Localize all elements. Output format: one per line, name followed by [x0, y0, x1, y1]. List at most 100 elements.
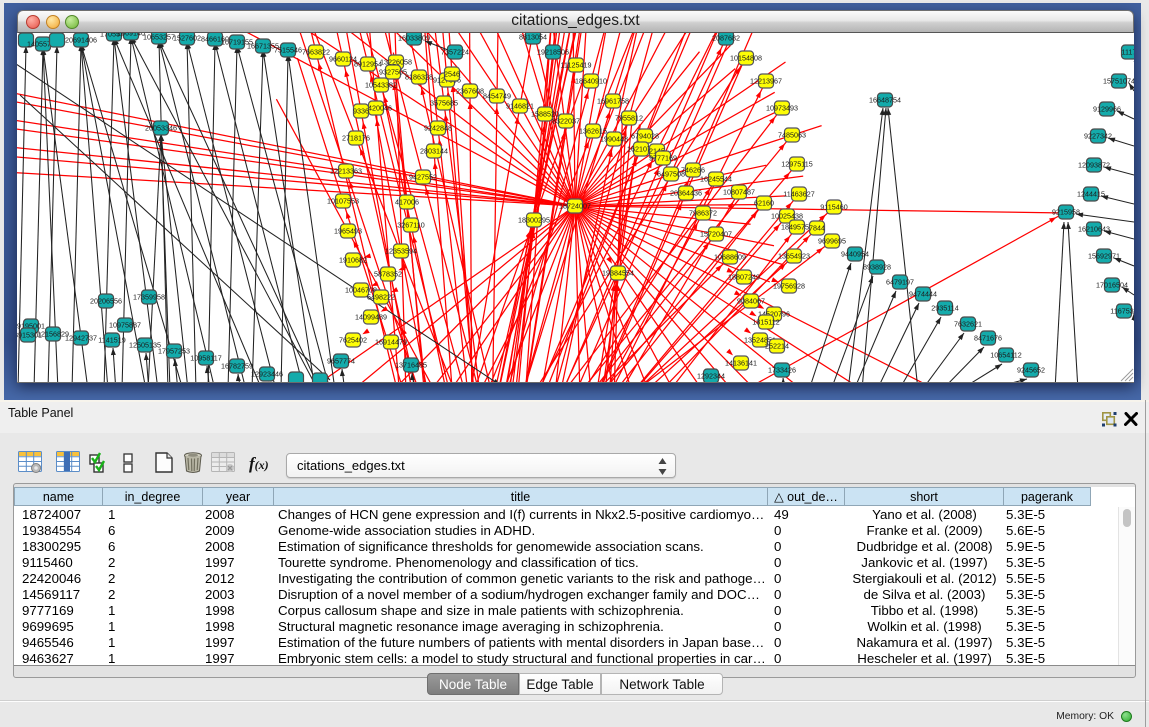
svg-text:62160: 62160	[754, 199, 774, 208]
svg-text:10654112: 10654112	[990, 351, 1021, 360]
svg-text:9427552: 9427552	[409, 173, 437, 182]
svg-text:12942737: 12942737	[65, 334, 97, 343]
svg-text:20691406: 20691406	[65, 36, 97, 45]
svg-text:7357224: 7357224	[441, 48, 469, 57]
svg-text:2069140: 2069140	[117, 33, 145, 38]
svg-text:19756928: 19756928	[773, 282, 805, 291]
svg-text:6479197: 6479197	[886, 278, 914, 287]
svg-text:8938928: 8938928	[863, 263, 891, 272]
svg-text:746266: 746266	[681, 166, 705, 175]
svg-text:15692971: 15692971	[1088, 252, 1120, 261]
svg-text:9115460: 9115460	[820, 203, 847, 212]
svg-text:16961758: 16961758	[597, 97, 629, 106]
svg-text:16782759: 16782759	[221, 362, 253, 371]
svg-text:7663822: 7663822	[302, 48, 330, 57]
svg-text:18724007: 18724007	[559, 202, 591, 211]
svg-text:16210643: 16210643	[1078, 225, 1110, 234]
svg-text:2718176: 2718176	[342, 134, 370, 143]
svg-text:8454749: 8454749	[483, 92, 511, 101]
svg-text:12923446: 12923446	[251, 370, 283, 379]
svg-text:10688609: 10688609	[714, 253, 746, 262]
svg-text:20364436: 20364436	[670, 189, 702, 198]
svg-text:7986372: 7986372	[689, 209, 717, 218]
svg-text:1527602: 1527602	[173, 34, 201, 43]
svg-text:9327505: 9327505	[379, 68, 407, 77]
svg-text:18300295: 18300295	[518, 216, 550, 225]
svg-text:7955812: 7955812	[615, 114, 643, 123]
svg-text:9660124: 9660124	[329, 55, 357, 64]
svg-text:20053346: 20053346	[145, 124, 177, 133]
svg-text:8322037: 8322037	[552, 117, 580, 126]
svg-text:1990448: 1990448	[600, 135, 628, 144]
svg-text:15720407: 15720407	[700, 230, 732, 239]
svg-text:417006: 417006	[395, 198, 419, 207]
svg-text:10025438: 10025438	[771, 212, 803, 221]
svg-text:7485063: 7485063	[778, 131, 806, 140]
svg-text:8186328: 8186328	[405, 73, 433, 82]
svg-text:9699695: 9699695	[818, 237, 846, 246]
svg-text:1244415: 1244415	[1077, 190, 1105, 199]
svg-text:11463627: 11463627	[783, 190, 814, 199]
svg-text:10154808: 10154808	[730, 54, 762, 63]
svg-text:1910682: 1910682	[339, 256, 367, 265]
svg-text:9657774: 9657774	[327, 357, 355, 366]
svg-text:10975887: 10975887	[109, 321, 141, 330]
svg-text:7632621: 7632621	[954, 320, 982, 329]
svg-text:2087682: 2087682	[712, 34, 740, 43]
svg-text:17957253: 17957253	[158, 347, 190, 356]
svg-text:252214: 252214	[765, 342, 789, 351]
svg-text:19218506: 19218506	[537, 48, 569, 57]
svg-text:1815112: 1815112	[752, 318, 779, 327]
svg-text:9227342: 9227342	[1084, 132, 1112, 141]
svg-text:13654923: 13654923	[778, 252, 810, 261]
svg-text:1117: 1117	[1122, 48, 1134, 57]
svg-text:10653257: 10653257	[143, 33, 175, 42]
svg-text:13716485: 13716485	[395, 361, 427, 370]
svg-text:1141519: 1141519	[98, 336, 125, 345]
svg-text:1965493: 1965493	[334, 227, 362, 236]
svg-text:9084067: 9084067	[737, 297, 765, 306]
svg-text:17359958: 17359958	[133, 293, 165, 302]
svg-text:12353594: 12353594	[385, 247, 417, 256]
svg-text:1292344: 1292344	[697, 372, 725, 381]
svg-text:9146821: 9146821	[506, 102, 534, 111]
svg-text:12093872: 12093872	[1078, 161, 1110, 170]
svg-text:5878352: 5878352	[374, 270, 402, 279]
svg-text:19384554: 19384554	[602, 269, 634, 278]
svg-text:16648754: 16648754	[869, 96, 901, 105]
svg-text:16033809: 16033809	[398, 34, 430, 43]
svg-text:9215958: 9215958	[1052, 208, 1080, 217]
svg-text:10958117: 10958117	[190, 354, 221, 363]
svg-text:10107553: 10107553	[327, 197, 359, 206]
svg-text:3575685: 3575685	[430, 99, 458, 108]
svg-text:10973493: 10973493	[766, 104, 798, 113]
svg-text:7625402: 7625402	[339, 336, 367, 345]
svg-text:12213967: 12213967	[750, 77, 782, 86]
svg-text:14136141: 14136141	[725, 359, 757, 368]
svg-text:18807249: 18807249	[728, 273, 760, 282]
svg-text:9129966: 9129966	[1093, 105, 1121, 114]
svg-text:10543382: 10543382	[365, 81, 397, 90]
svg-text:6794028: 6794028	[631, 132, 659, 141]
svg-text:9336: 9336	[353, 107, 369, 116]
svg-text:12975115: 12975115	[781, 160, 812, 169]
svg-text:9474444: 9474444	[909, 290, 937, 299]
svg-text:12213363: 12213363	[330, 167, 362, 176]
svg-text:8912954: 8912954	[354, 60, 382, 69]
svg-text:9242848: 9242848	[424, 124, 452, 133]
svg-text:7515546: 7515546	[274, 46, 302, 55]
svg-text:1167534: 1167534	[1110, 307, 1134, 316]
svg-text:8471676: 8471676	[974, 334, 1002, 343]
svg-text:11125419: 11125419	[561, 61, 592, 70]
svg-text:2803144: 2803144	[420, 147, 448, 156]
svg-text:10807487: 10807487	[723, 188, 755, 197]
svg-text:14099489: 14099489	[355, 313, 387, 322]
svg-text:9245652: 9245652	[1017, 366, 1045, 375]
svg-text:17016504: 17016504	[1096, 281, 1128, 290]
svg-text:8813054: 8813054	[519, 33, 547, 42]
svg-text:5498222: 5498222	[367, 293, 395, 302]
svg-text:16245544: 16245544	[700, 175, 732, 184]
svg-text:12505135: 12505135	[129, 341, 161, 350]
svg-text:2935114: 2935114	[931, 304, 958, 313]
svg-text:9777169: 9777169	[649, 154, 677, 163]
